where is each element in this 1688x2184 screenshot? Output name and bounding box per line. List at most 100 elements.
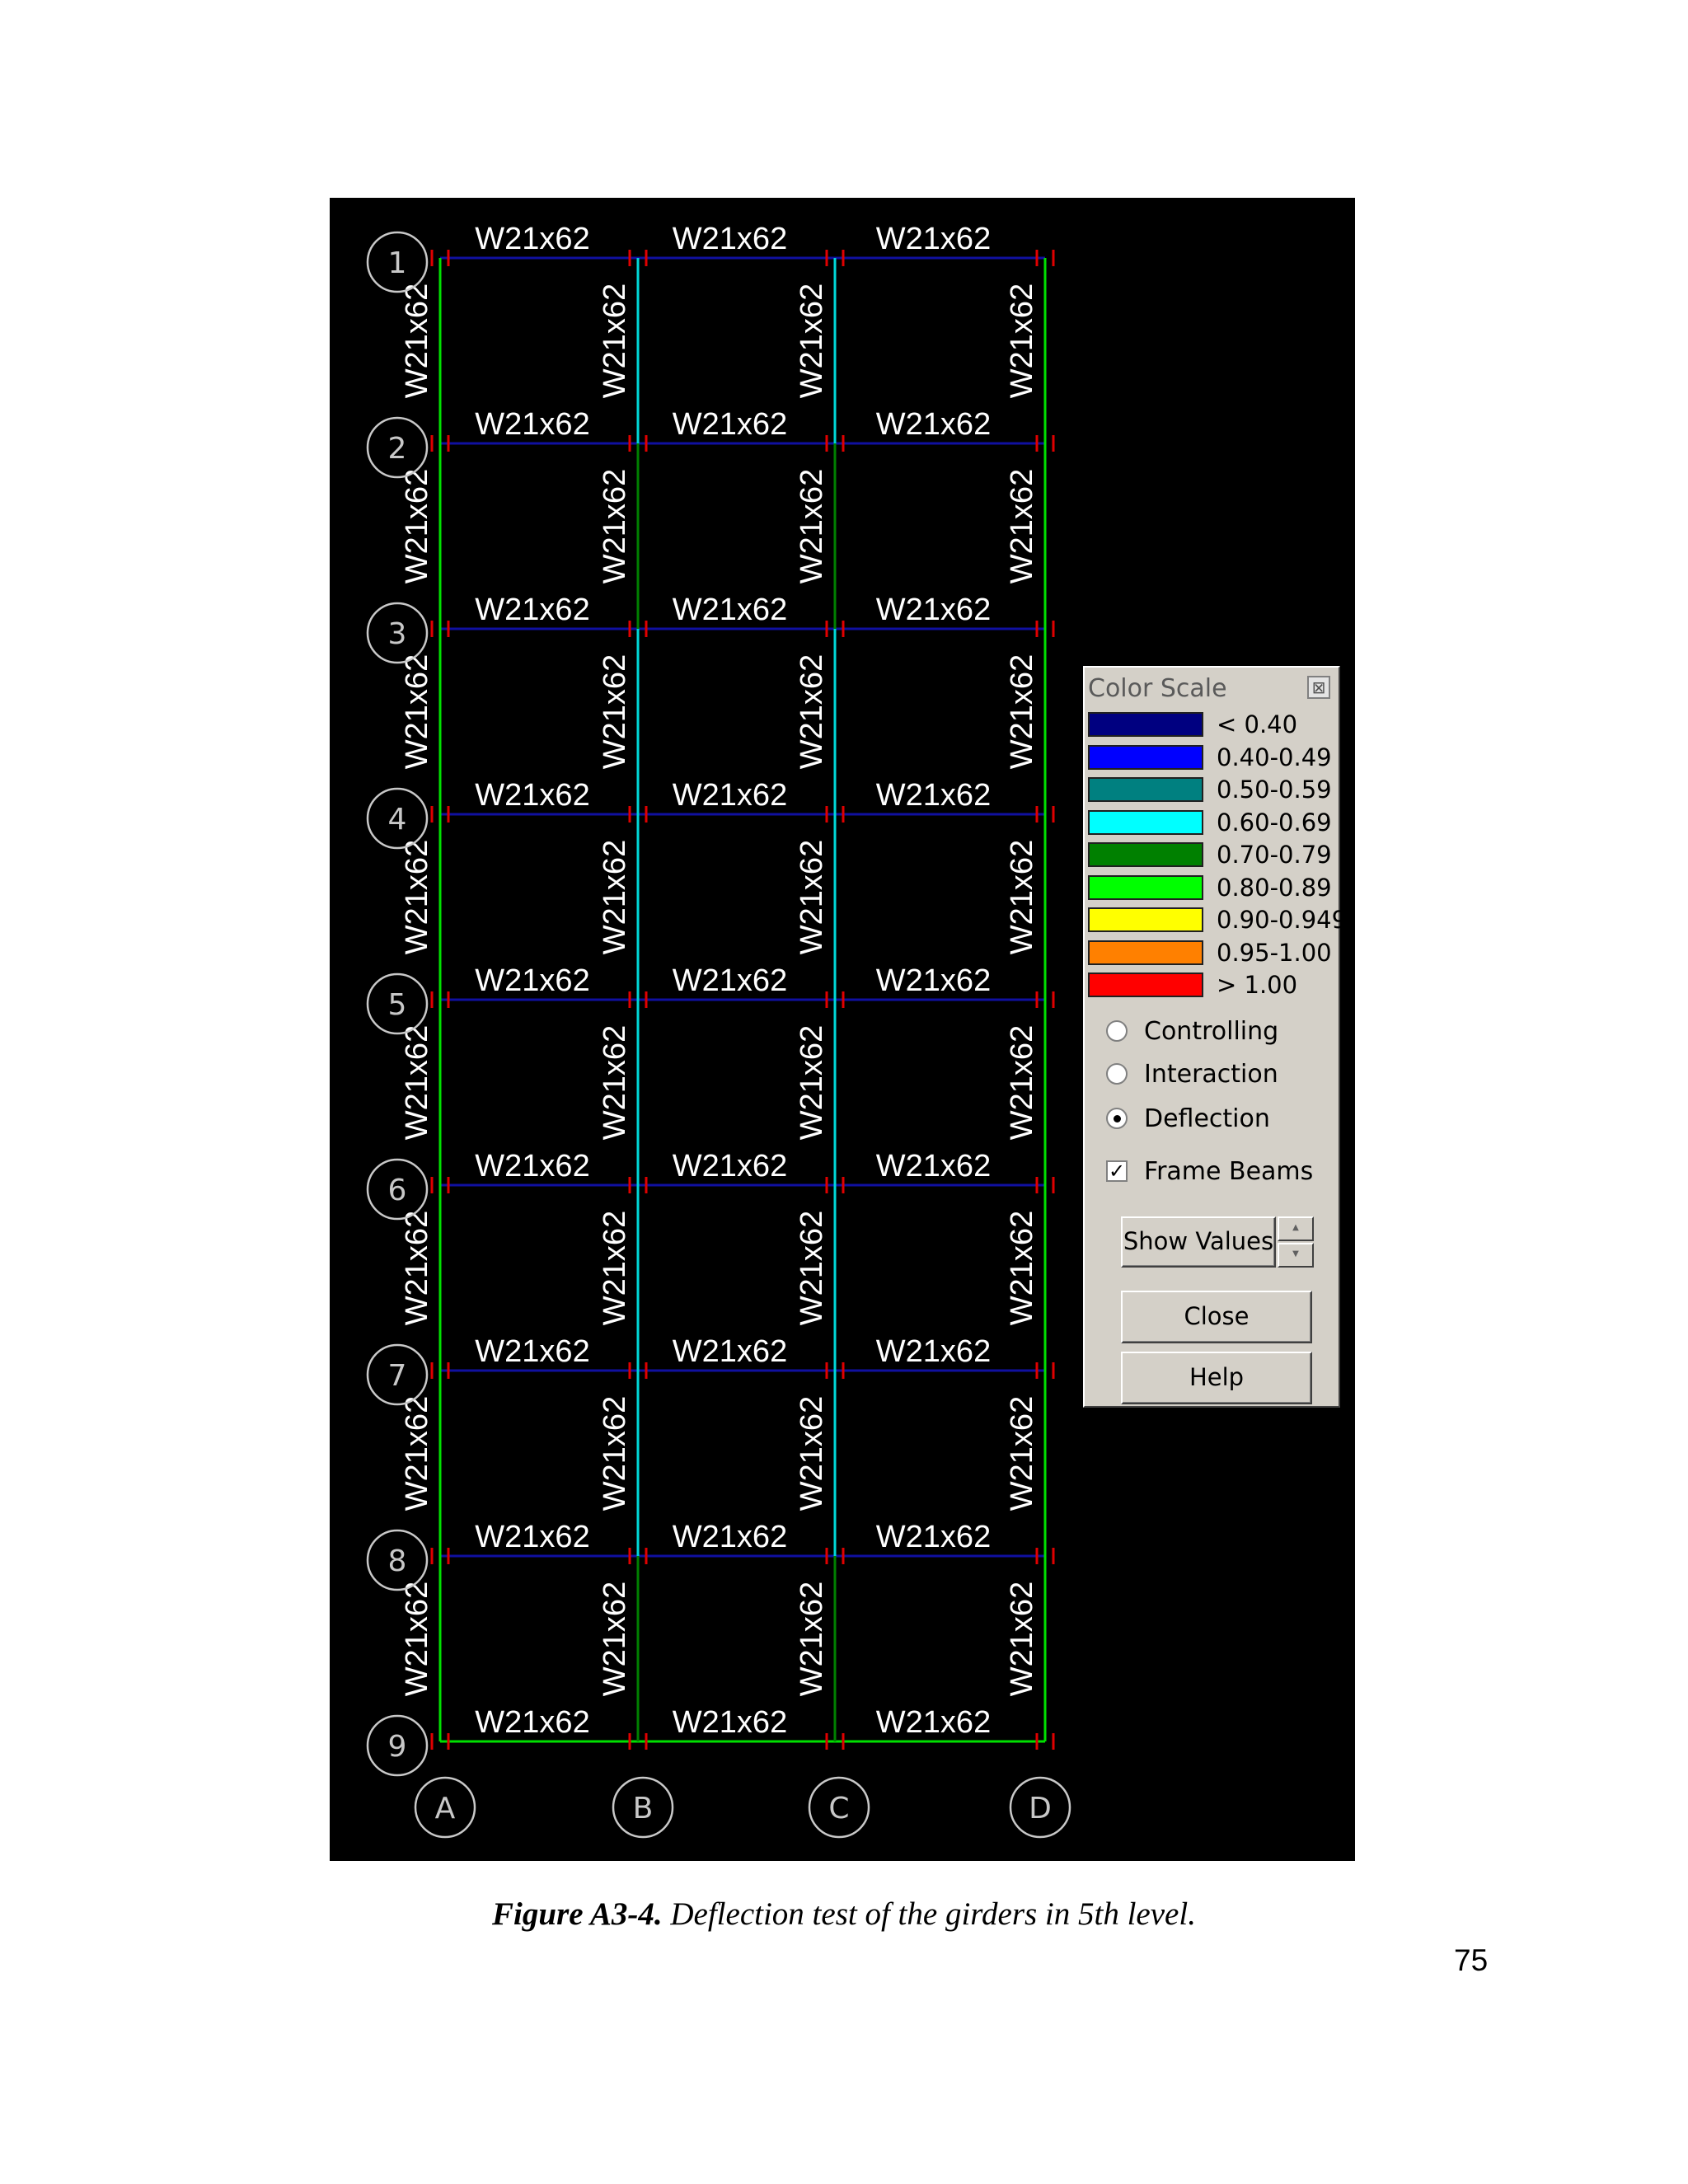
girder-section-label: W21x62 <box>598 284 632 398</box>
girder-section-label: W21x62 <box>400 1582 434 1696</box>
beam-section-label: W21x62 <box>475 778 589 813</box>
beam-section-label: W21x62 <box>876 963 991 998</box>
grid-label-row: 7 <box>388 1359 407 1393</box>
color-swatch <box>1088 940 1203 965</box>
girder-section-label: W21x62 <box>400 1025 434 1140</box>
controlling-radio[interactable] <box>1106 1020 1128 1042</box>
girder-section-label: W21x62 <box>598 1582 632 1696</box>
color-swatch <box>1088 874 1203 900</box>
grid-label-row: 3 <box>388 617 407 651</box>
color-swatch <box>1088 842 1203 867</box>
radio-selected-dot <box>1114 1115 1121 1122</box>
beam-section-label: W21x62 <box>475 593 589 627</box>
range-label: 0.60-0.69 <box>1217 808 1332 837</box>
girder-section-label: W21x62 <box>795 1211 829 1325</box>
girder-section-label: W21x62 <box>400 1211 434 1325</box>
color-swatch <box>1088 744 1203 770</box>
controlling-label: Controlling <box>1144 1017 1279 1046</box>
girder-section-label: W21x62 <box>400 654 434 769</box>
range-label: > 1.00 <box>1217 971 1298 999</box>
range-label: 0.50-0.59 <box>1217 776 1332 804</box>
grid-label-row: 1 <box>388 246 407 280</box>
structural-plan-view[interactable]: W21x62 W21x62 W21x62 W21x62 W21x62 W21x62 W21x… <box>330 198 1355 1861</box>
color-scale-dialog: Color Scale ⊠ < 0.40 0.40-0.49 0.50-0.59 0.… <box>1083 666 1347 1408</box>
color-swatch <box>1088 777 1203 802</box>
girder-section-label: W21x62 <box>1005 1025 1039 1140</box>
beam-section-label: W21x62 <box>876 593 991 627</box>
girder-section-label: W21x62 <box>598 654 632 769</box>
girder-section-label: W21x62 <box>400 284 434 398</box>
girder-section-label: W21x62 <box>1005 840 1039 954</box>
beam-section-label: W21x62 <box>673 1149 787 1183</box>
girder-section-label: W21x62 <box>598 1211 632 1325</box>
frame-beams-label: Frame Beams <box>1144 1157 1314 1186</box>
close-button[interactable]: Close <box>1121 1291 1312 1343</box>
grid-label-column: A <box>435 1792 456 1825</box>
grid-label-column: B <box>633 1792 654 1825</box>
grid-label-row: 6 <box>388 1174 407 1207</box>
color-swatch <box>1088 809 1203 835</box>
figure-label: Figure A3-4. <box>492 1896 663 1932</box>
girder-section-label: W21x62 <box>1005 284 1039 398</box>
range-label: < 0.40 <box>1217 710 1298 738</box>
grid-label-row: 4 <box>388 803 407 837</box>
girder-section-label: W21x62 <box>598 469 632 583</box>
spin-down-button[interactable]: ▼ <box>1278 1243 1314 1268</box>
girder-section-label: W21x62 <box>598 1396 632 1511</box>
girder-section-label: W21x62 <box>400 1396 434 1511</box>
beam-section-label: W21x62 <box>673 778 787 813</box>
grid-label-column: D <box>1029 1792 1052 1825</box>
beam-section-label: W21x62 <box>876 407 991 442</box>
girder-section-label: W21x62 <box>1005 1396 1039 1511</box>
beam-section-label: W21x62 <box>876 1334 991 1369</box>
interaction-radio[interactable] <box>1106 1063 1128 1085</box>
range-label: 0.95-1.00 <box>1217 938 1332 967</box>
girder-section-label: W21x62 <box>400 469 434 583</box>
grid-label-row: 9 <box>388 1730 407 1764</box>
grid-label-row: 5 <box>388 988 407 1022</box>
beam-section-label: W21x62 <box>673 1520 787 1554</box>
interaction-label: Interaction <box>1144 1060 1278 1089</box>
beam-section-label: W21x62 <box>475 963 589 998</box>
beam-section-label: W21x62 <box>876 1149 991 1183</box>
color-swatch <box>1088 907 1203 932</box>
girder-section-label: W21x62 <box>1005 1211 1039 1325</box>
grid-label-row: 2 <box>388 432 407 466</box>
beam-section-label: W21x62 <box>475 1705 589 1740</box>
close-box-icon[interactable]: ⊠ <box>1307 676 1330 699</box>
girder-section-label: W21x62 <box>1005 654 1039 769</box>
girder-section-label: W21x62 <box>400 840 434 954</box>
beam-section-label: W21x62 <box>673 963 787 998</box>
girder-section-label: W21x62 <box>1005 1582 1039 1696</box>
spin-up-button[interactable]: ▲ <box>1278 1216 1314 1241</box>
checkmark-icon: ✓ <box>1108 1160 1126 1183</box>
help-button[interactable]: Help <box>1121 1352 1312 1404</box>
beam-section-label: W21x62 <box>475 1520 589 1554</box>
beam-section-label: W21x62 <box>475 1334 589 1369</box>
figure-caption-text: Deflection test of the girders in 5th le… <box>662 1896 1196 1932</box>
beam-section-label: W21x62 <box>673 407 787 442</box>
beam-section-label: W21x62 <box>475 1149 589 1183</box>
girder-section-label: W21x62 <box>795 654 829 769</box>
girder-section-label: W21x62 <box>598 840 632 954</box>
girder-section-label: W21x62 <box>795 1025 829 1140</box>
range-label: 0.90-0.949 <box>1217 906 1348 934</box>
color-scale-title: Color Scale <box>1088 674 1227 703</box>
beam-section-label: W21x62 <box>673 222 787 256</box>
frame-beams-checkbox[interactable]: ✓ <box>1106 1160 1128 1182</box>
range-label: 0.70-0.79 <box>1217 841 1332 869</box>
beam-section-label: W21x62 <box>673 1334 787 1369</box>
page-number: 75 <box>1454 1943 1489 1977</box>
beam-section-label: W21x62 <box>876 778 991 813</box>
beam-section-label: W21x62 <box>475 222 589 256</box>
beam-section-label: W21x62 <box>673 593 787 627</box>
beam-section-label: W21x62 <box>673 1705 787 1740</box>
show-values-button[interactable]: Show Values <box>1121 1216 1276 1268</box>
girder-section-label: W21x62 <box>795 469 829 583</box>
girder-section-label: W21x62 <box>1005 469 1039 583</box>
range-label: 0.80-0.89 <box>1217 873 1332 902</box>
deflection-radio[interactable] <box>1106 1108 1128 1129</box>
grid-label-column: C <box>828 1792 849 1825</box>
grid-label-row: 8 <box>388 1544 407 1578</box>
beam-section-label: W21x62 <box>876 222 991 256</box>
